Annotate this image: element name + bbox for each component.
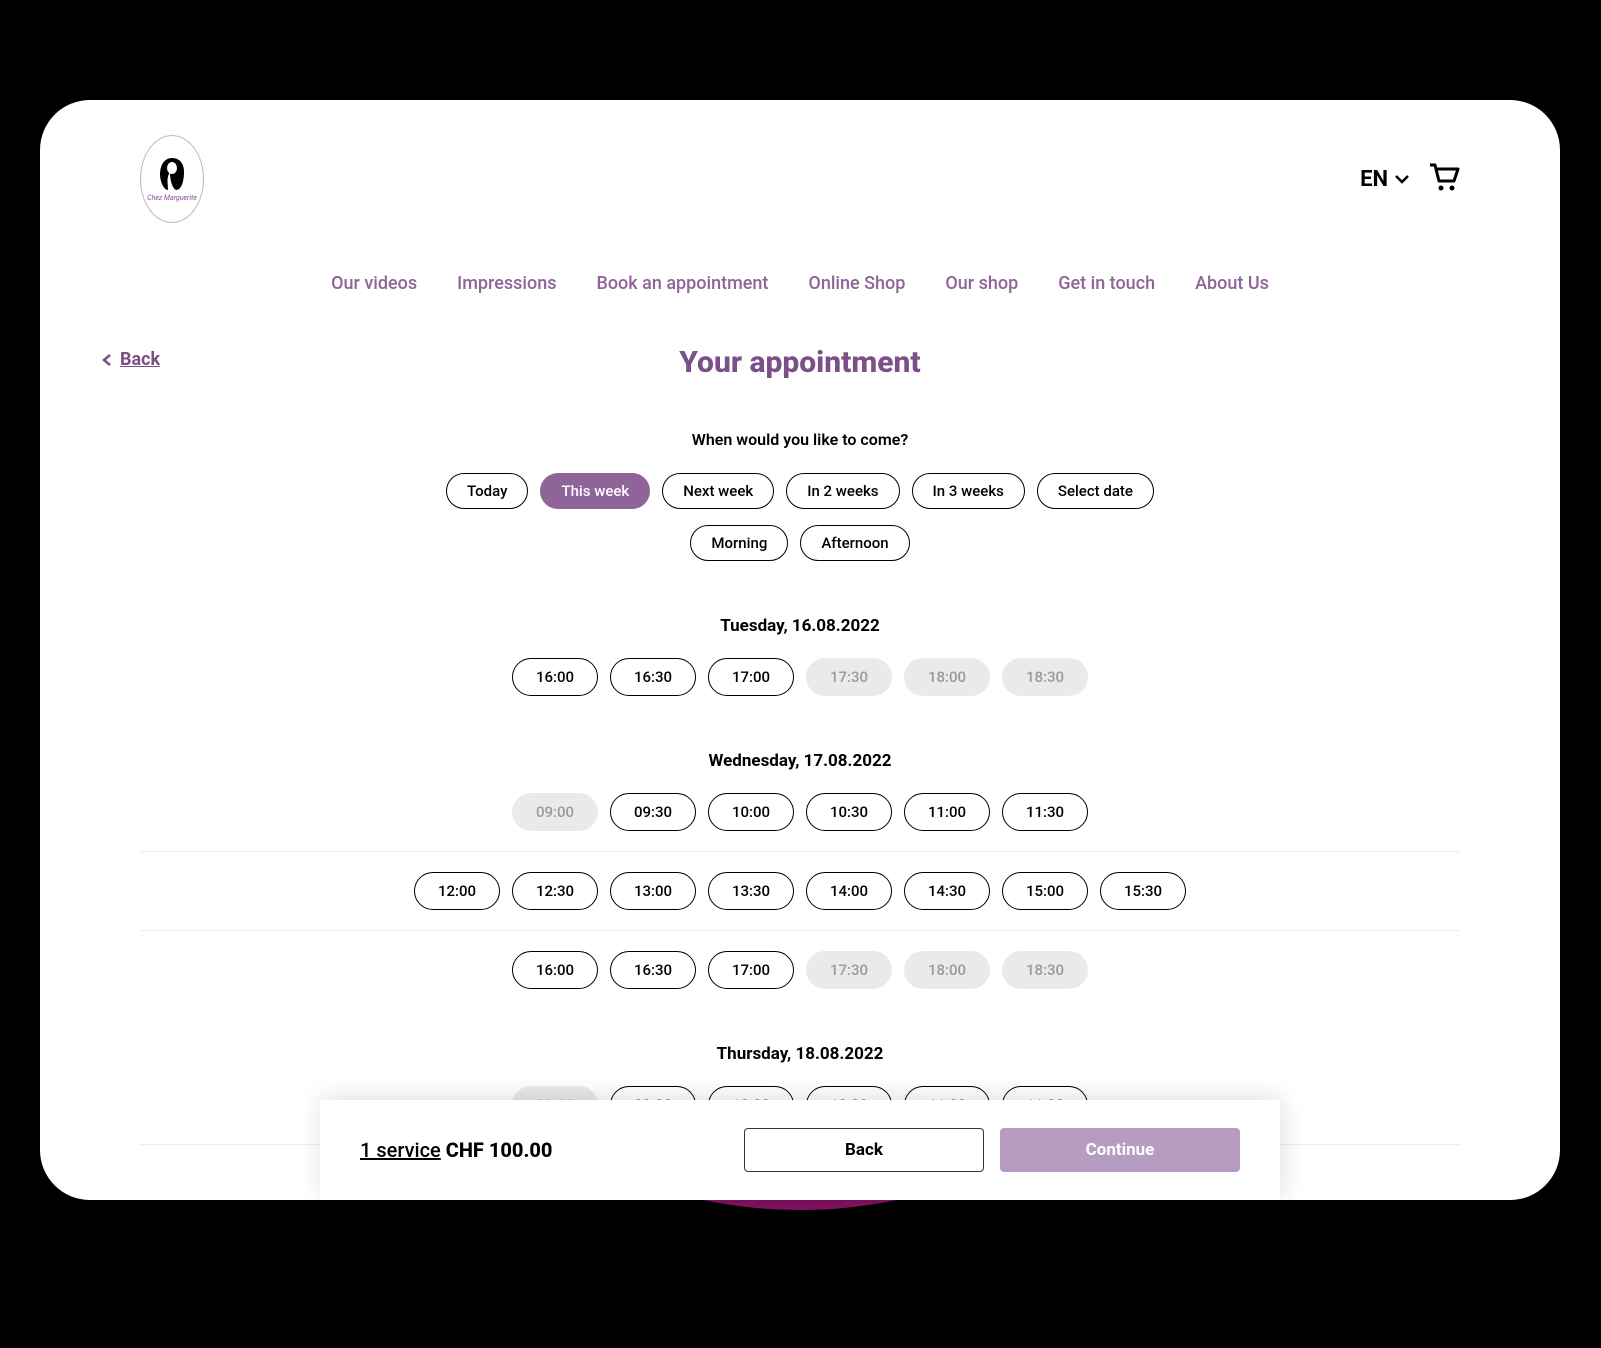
date-filter-pill[interactable]: Morning: [690, 525, 788, 561]
chevron-down-icon: [1394, 171, 1410, 187]
time-slot[interactable]: 11:30: [1002, 793, 1088, 831]
nav-item[interactable]: Our videos: [331, 273, 417, 294]
language-selector[interactable]: EN: [1360, 167, 1410, 192]
time-slot[interactable]: 16:30: [610, 951, 696, 989]
time-slot[interactable]: 14:00: [806, 872, 892, 910]
page-title: Your appointment: [140, 345, 1460, 380]
time-slot: 18:30: [1002, 658, 1088, 696]
footer-buttons: Back Continue: [744, 1128, 1240, 1172]
main-nav: Our videos Impressions Book an appointment…: [140, 273, 1460, 294]
cart-button[interactable]: [1428, 161, 1460, 197]
brand-logo[interactable]: Chez Marguerite: [140, 135, 204, 223]
nav-item[interactable]: Online Shop: [808, 273, 905, 294]
time-slot: 17:30: [806, 951, 892, 989]
chevron-left-icon: [100, 353, 114, 367]
time-slot[interactable]: 15:30: [1100, 872, 1186, 910]
date-filter-pill[interactable]: This week: [540, 473, 650, 509]
day-block: Wednesday, 17.08.2022 09:00 09:30 10:00 10:3…: [140, 751, 1460, 989]
time-slot: 18:00: [904, 951, 990, 989]
date-filter-pill[interactable]: In 3 weeks: [912, 473, 1025, 509]
date-filter-pill[interactable]: Today: [446, 473, 528, 509]
time-slot[interactable]: 16:00: [512, 951, 598, 989]
time-slot: 18:00: [904, 658, 990, 696]
time-slot[interactable]: 13:30: [708, 872, 794, 910]
time-slot: 09:00: [512, 793, 598, 831]
nav-item[interactable]: Get in touch: [1058, 273, 1155, 294]
time-slot[interactable]: 13:00: [610, 872, 696, 910]
time-slot[interactable]: 12:30: [512, 872, 598, 910]
time-slot[interactable]: 10:30: [806, 793, 892, 831]
page-subtitle: When would you like to come?: [140, 430, 1460, 449]
day-title: Tuesday, 16.08.2022: [140, 616, 1460, 636]
cart-icon: [1428, 161, 1460, 193]
back-link-label: Back: [120, 349, 160, 370]
slot-row: 16:00 16:30 17:00 17:30 18:00 18:30: [140, 930, 1460, 989]
price-label: CHF 100.00: [446, 1138, 553, 1162]
nav-item[interactable]: Impressions: [457, 273, 556, 294]
footer-back-button[interactable]: Back: [744, 1128, 984, 1172]
nav-item[interactable]: Our shop: [945, 273, 1018, 294]
app-window: Chez Marguerite EN Our videos Impressions…: [40, 100, 1560, 1200]
slot-row: 12:00 12:30 13:00 13:30 14:00 14:30 15:00 15:30: [140, 851, 1460, 910]
date-filter-row-2: Morning Afternoon: [140, 525, 1460, 561]
day-block: Tuesday, 16.08.202216:0016:3017:0017:301…: [140, 616, 1460, 696]
brand-logo-text: Chez Marguerite: [147, 194, 197, 202]
cart-summary[interactable]: 1 service CHF 100.00: [360, 1138, 552, 1162]
top-bar: Chez Marguerite EN: [140, 135, 1460, 223]
time-slot[interactable]: 11:00: [904, 793, 990, 831]
time-slot[interactable]: 15:00: [1002, 872, 1088, 910]
date-filter-pill[interactable]: In 2 weeks: [786, 473, 899, 509]
time-slot[interactable]: 10:00: [708, 793, 794, 831]
time-slot: 18:30: [1002, 951, 1088, 989]
footer-continue-button[interactable]: Continue: [1000, 1128, 1240, 1172]
date-filter-row-1: Today This week Next week In 2 weeks In 3 we…: [140, 473, 1460, 509]
hair-logo-icon: [156, 156, 188, 192]
time-slot[interactable]: 09:30: [610, 793, 696, 831]
time-slot[interactable]: 16:30: [610, 658, 696, 696]
date-filter-pill[interactable]: Next week: [662, 473, 774, 509]
time-slot[interactable]: 14:30: [904, 872, 990, 910]
service-count-label: 1 service: [360, 1138, 441, 1162]
slot-row: 09:00 09:30 10:00 10:30 11:00 11:30: [140, 793, 1460, 831]
nav-item[interactable]: Book an appointment: [596, 273, 768, 294]
time-slot: 17:30: [806, 658, 892, 696]
time-slot[interactable]: 17:00: [708, 951, 794, 989]
day-title: Wednesday, 17.08.2022: [140, 751, 1460, 771]
day-title: Thursday, 18.08.2022: [140, 1044, 1460, 1064]
language-label: EN: [1360, 167, 1388, 192]
back-link[interactable]: Back: [100, 349, 160, 370]
footer-bar: 1 service CHF 100.00 Back Continue: [320, 1100, 1280, 1200]
nav-item[interactable]: About Us: [1195, 273, 1269, 294]
time-slot[interactable]: 16:00: [512, 658, 598, 696]
date-filter-pill[interactable]: Afternoon: [800, 525, 909, 561]
date-filter-pill[interactable]: Select date: [1037, 473, 1154, 509]
top-right: EN: [1360, 161, 1460, 197]
time-slot[interactable]: 17:00: [708, 658, 794, 696]
time-slot[interactable]: 12:00: [414, 872, 500, 910]
slot-row: 16:00 16:30 17:00 17:30 18:00 18:30: [140, 658, 1460, 696]
